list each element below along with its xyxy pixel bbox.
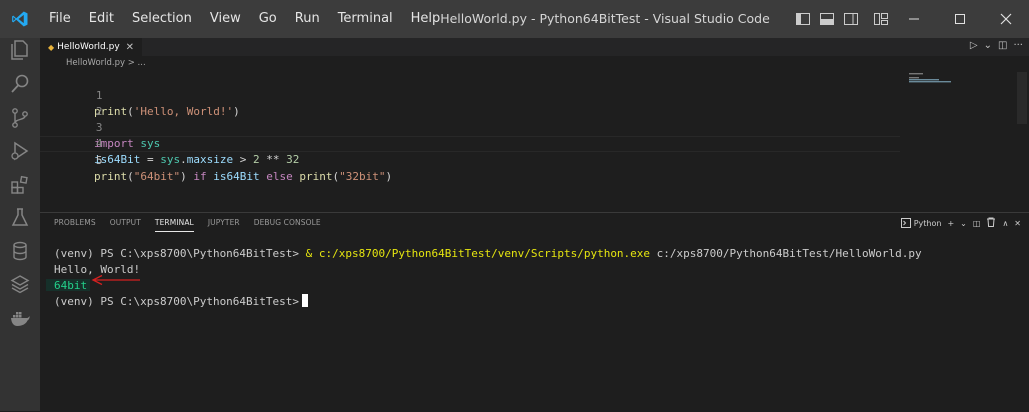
minimap[interactable]	[905, 72, 1015, 92]
terminal-name: Python	[913, 218, 942, 228]
tab-problems[interactable]: PROBLEMS	[54, 218, 96, 232]
vscode-logo-icon	[0, 0, 40, 38]
menu-terminal[interactable]: Terminal	[329, 0, 402, 38]
tab-output[interactable]: OUTPUT	[110, 218, 141, 232]
maximize-icon[interactable]	[937, 0, 983, 38]
editor-tab-bar: ◆ HelloWorld.py ✕ ▷ ⌄ ◫ ···	[40, 38, 1029, 56]
terminal-line-command: (venv) PS C:\xps8700\Python64BitTest> & …	[54, 246, 922, 262]
tab-jupyter[interactable]: JUPYTER	[208, 218, 240, 232]
terminal-cmd-exe: c:/xps8700/Python64BitTest/venv/Scripts/…	[318, 247, 651, 260]
terminal-line-output: Hello, World!	[54, 263, 141, 276]
toggle-primary-sidebar-icon[interactable]	[795, 11, 811, 27]
tab-helloworld-py[interactable]: ◆ HelloWorld.py ✕	[40, 38, 142, 56]
menu-bar: File Edit Selection View Go Run Terminal…	[40, 0, 449, 38]
python-file-icon: ◆	[48, 42, 55, 52]
code-line-current: 5 print("64bit") if is64Bit else print("…	[40, 136, 900, 183]
kill-terminal-icon[interactable]	[986, 217, 996, 229]
code-line: 1 print('Hello, World!')	[40, 72, 900, 118]
breadcrumb[interactable]: HelloWorld.py > ...	[40, 58, 146, 72]
close-tab-icon[interactable]: ✕	[126, 42, 134, 53]
window-title: HelloWorld.py - Python64BitTest - Visual…	[440, 11, 770, 26]
terminal-icon	[900, 218, 911, 228]
explorer-icon[interactable]	[8, 38, 32, 62]
terminal-cursor	[302, 294, 309, 307]
minimize-icon[interactable]	[891, 0, 937, 38]
run-debug-icon[interactable]	[8, 139, 32, 163]
extensions-icon[interactable]	[8, 173, 32, 197]
split-terminal-icon[interactable]: ◫	[973, 219, 981, 228]
menu-file[interactable]: File	[40, 0, 80, 38]
terminal-prompt: (venv) PS C:\xps8700\Python64BitTest>	[54, 295, 300, 308]
tab-label: HelloWorld.py	[57, 42, 120, 52]
toggle-panel-icon[interactable]	[819, 11, 835, 27]
layout-controls	[795, 11, 889, 27]
source-control-icon[interactable]	[8, 106, 32, 130]
tab-terminal[interactable]: TERMINAL	[154, 218, 194, 232]
database-icon[interactable]	[8, 239, 32, 263]
customize-layout-icon[interactable]	[873, 11, 889, 27]
testing-icon[interactable]	[8, 206, 32, 230]
menu-run[interactable]: Run	[286, 0, 329, 38]
menu-view[interactable]: View	[201, 0, 250, 38]
editor-scrollbar[interactable]	[1017, 72, 1027, 124]
search-icon[interactable]	[8, 72, 32, 96]
menu-go[interactable]: Go	[250, 0, 286, 38]
menu-selection[interactable]: Selection	[123, 0, 201, 38]
more-actions-icon[interactable]: ···	[1013, 40, 1023, 51]
code-editor[interactable]: 1 print('Hello, World!') 2 3 import sys …	[40, 72, 900, 183]
terminal-selector[interactable]: Python	[900, 218, 942, 228]
code-line: 3 import sys	[40, 104, 900, 150]
line-4-code: is64Bit = sys.maxsize > 2 ** 32	[94, 153, 300, 166]
new-terminal-icon[interactable]: +	[947, 219, 954, 228]
line-number: 5	[95, 154, 103, 167]
tab-debug-console[interactable]: DEBUG CONSOLE	[254, 218, 321, 232]
terminal-cmd-operator: &	[305, 247, 319, 260]
terminal-prompt: (venv) PS C:\xps8700\Python64BitTest>	[54, 247, 306, 260]
close-icon[interactable]	[983, 0, 1029, 38]
panel-actions: Python + ⌄ ◫ ∧ ✕	[900, 217, 1021, 229]
toggle-secondary-sidebar-icon[interactable]	[843, 11, 859, 27]
terminal-output[interactable]: (venv) PS C:\xps8700\Python64BitTest> & …	[54, 246, 922, 310]
annotation-arrow	[91, 274, 140, 286]
bottom-panel: PROBLEMS OUTPUT TERMINAL JUPYTER DEBUG C…	[40, 212, 1029, 412]
window-controls	[891, 0, 1029, 38]
title-bar: File Edit Selection View Go Run Terminal…	[0, 0, 1029, 38]
maximize-panel-icon[interactable]: ∧	[1002, 219, 1008, 228]
run-dropdown-icon[interactable]: ⌄	[984, 40, 992, 51]
activity-bar	[0, 38, 40, 411]
editor-actions: ▷ ⌄ ◫ ···	[970, 40, 1023, 51]
line-5-code: print("64bit") if is64Bit else print("32…	[94, 170, 393, 183]
terminal-dropdown-icon[interactable]: ⌄	[960, 219, 967, 228]
panel-tabs: PROBLEMS OUTPUT TERMINAL JUPYTER DEBUG C…	[54, 218, 335, 232]
menu-edit[interactable]: Edit	[80, 0, 123, 38]
split-editor-icon[interactable]: ◫	[998, 40, 1007, 51]
terminal-cmd-arg: c:/xps8700/Python64BitTest/HelloWorld.py	[650, 247, 922, 260]
docker-icon[interactable]	[8, 306, 32, 330]
code-line: 4 is64Bit = sys.maxsize > 2 ** 32	[40, 120, 900, 166]
close-panel-icon[interactable]: ✕	[1014, 219, 1021, 228]
layers-icon[interactable]	[8, 272, 32, 296]
terminal-line-output-highlighted: 64bit	[54, 279, 88, 292]
run-file-icon[interactable]: ▷	[970, 40, 978, 51]
code-line: 2	[40, 88, 900, 118]
terminal-line-prompt: (venv) PS C:\xps8700\Python64BitTest>	[54, 294, 922, 310]
